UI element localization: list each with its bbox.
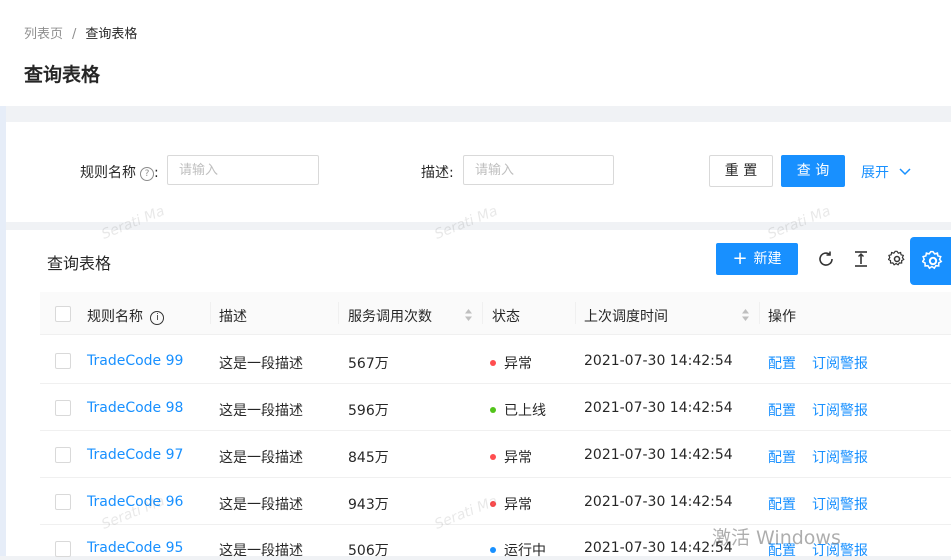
config-link[interactable]: 配置 bbox=[768, 447, 796, 467]
calls-cell: 596万 bbox=[348, 403, 389, 419]
rule-name-link[interactable]: TradeCode 99 bbox=[87, 353, 183, 369]
settings-drawer-button[interactable] bbox=[910, 237, 951, 285]
status-text: 运行中 bbox=[504, 543, 546, 559]
column-divider bbox=[210, 302, 211, 324]
rule-name-link[interactable]: TradeCode 97 bbox=[87, 447, 183, 463]
calls-cell: 567万 bbox=[348, 356, 389, 372]
reset-button[interactable]: 重 置 bbox=[709, 155, 773, 187]
desc-cell: 这是一段描述 bbox=[219, 403, 303, 419]
new-button[interactable]: + 新建 bbox=[716, 243, 798, 275]
plus-icon: + bbox=[732, 248, 748, 269]
time-cell: 2021-07-30 14:42:54 bbox=[584, 353, 733, 369]
breadcrumb-separator: / bbox=[72, 27, 77, 42]
subscribe-alert-link[interactable]: 订阅警报 bbox=[812, 400, 868, 420]
desc-input[interactable] bbox=[463, 155, 614, 185]
status-cell: 已上线 bbox=[490, 400, 546, 420]
subscribe-alert-link[interactable]: 订阅警报 bbox=[812, 447, 868, 467]
column-height-icon[interactable] bbox=[852, 250, 870, 268]
config-link[interactable]: 配置 bbox=[768, 400, 796, 420]
select-all-checkbox[interactable] bbox=[55, 306, 71, 322]
sort-icon[interactable] bbox=[741, 308, 750, 322]
row-checkbox[interactable] bbox=[55, 447, 71, 463]
row-divider bbox=[40, 477, 951, 478]
status-cell: 异常 bbox=[490, 353, 532, 373]
column-header-name: 规则名称 i bbox=[87, 306, 165, 326]
status-dot bbox=[490, 360, 496, 366]
expand-label: 展开 bbox=[861, 165, 889, 181]
desc-cell: 这是一段描述 bbox=[219, 450, 303, 466]
column-divider bbox=[338, 302, 339, 324]
rule-name-link[interactable]: TradeCode 95 bbox=[87, 540, 183, 556]
expand-link[interactable]: 展开 bbox=[861, 162, 911, 182]
config-link[interactable]: 配置 bbox=[768, 494, 796, 514]
sort-icon[interactable] bbox=[464, 308, 473, 322]
subscribe-alert-link[interactable]: 订阅警报 bbox=[812, 353, 868, 373]
column-header-name-text: 规则名称 bbox=[87, 309, 143, 325]
setting-icon bbox=[922, 250, 943, 270]
rule-name-label: 规则名称?: bbox=[80, 162, 159, 182]
info-circle-icon[interactable]: i bbox=[150, 311, 165, 325]
column-divider bbox=[575, 302, 576, 324]
rule-name-label-text: 规则名称 bbox=[80, 165, 136, 181]
desc-cell: 这是一段描述 bbox=[219, 356, 303, 372]
status-text: 异常 bbox=[504, 450, 532, 466]
row-checkbox[interactable] bbox=[55, 541, 71, 557]
time-cell: 2021-07-30 14:42:54 bbox=[584, 400, 733, 416]
time-cell: 2021-07-30 14:42:54 bbox=[584, 447, 733, 463]
row-checkbox[interactable] bbox=[55, 400, 71, 416]
desc-label-text: 描述 bbox=[421, 165, 449, 181]
desc-label: 描述: bbox=[421, 162, 454, 182]
rule-name-link[interactable]: TradeCode 98 bbox=[87, 400, 183, 416]
row-checkbox[interactable] bbox=[55, 353, 71, 369]
status-dot bbox=[490, 547, 496, 553]
reload-icon[interactable] bbox=[817, 250, 835, 268]
windows-activation-overlay: 激活 Windows bbox=[712, 527, 841, 549]
config-link[interactable]: 配置 bbox=[768, 353, 796, 373]
time-cell: 2021-07-30 14:42:54 bbox=[584, 540, 733, 556]
column-header-desc: 描述 bbox=[219, 309, 247, 325]
column-divider bbox=[759, 302, 760, 324]
calls-cell: 943万 bbox=[348, 497, 389, 513]
gear-icon[interactable] bbox=[888, 250, 906, 268]
column-header-calls[interactable]: 服务调用次数 bbox=[348, 306, 432, 326]
desc-cell: 这是一段描述 bbox=[219, 497, 303, 513]
status-text: 异常 bbox=[504, 356, 532, 372]
page-title: 查询表格 bbox=[24, 64, 101, 86]
desc-cell: 这是一段描述 bbox=[219, 543, 303, 559]
breadcrumb-item-current: 查询表格 bbox=[85, 27, 138, 42]
breadcrumb-item-list[interactable]: 列表页 bbox=[24, 27, 63, 42]
new-button-label: 新建 bbox=[753, 251, 782, 267]
breadcrumb: 列表页 / 查询表格 bbox=[24, 23, 137, 42]
status-dot bbox=[490, 407, 496, 413]
status-cell: 异常 bbox=[490, 447, 532, 467]
status-dot bbox=[490, 454, 496, 460]
table-title: 查询表格 bbox=[47, 254, 112, 273]
row-divider bbox=[40, 383, 951, 384]
status-cell: 运行中 bbox=[490, 540, 546, 560]
chevron-down-icon bbox=[899, 168, 911, 176]
label-colon: : bbox=[449, 165, 454, 181]
column-header-status[interactable]: 状态 bbox=[492, 306, 520, 326]
column-header-actions: 操作 bbox=[768, 309, 796, 325]
time-cell: 2021-07-30 14:42:54 bbox=[584, 494, 733, 510]
status-text: 异常 bbox=[504, 497, 532, 513]
calls-cell: 506万 bbox=[348, 543, 389, 559]
rule-name-input[interactable] bbox=[167, 155, 319, 185]
label-colon: : bbox=[154, 165, 159, 181]
row-divider bbox=[40, 430, 951, 431]
page-header bbox=[0, 0, 951, 106]
subscribe-alert-link[interactable]: 订阅警报 bbox=[812, 494, 868, 514]
question-circle-icon[interactable]: ? bbox=[140, 167, 154, 181]
status-text: 已上线 bbox=[504, 403, 546, 419]
query-button[interactable]: 查 询 bbox=[781, 155, 845, 187]
column-divider bbox=[482, 302, 483, 324]
column-header-time[interactable]: 上次调度时间 bbox=[584, 306, 668, 326]
calls-cell: 845万 bbox=[348, 450, 389, 466]
row-checkbox[interactable] bbox=[55, 494, 71, 510]
